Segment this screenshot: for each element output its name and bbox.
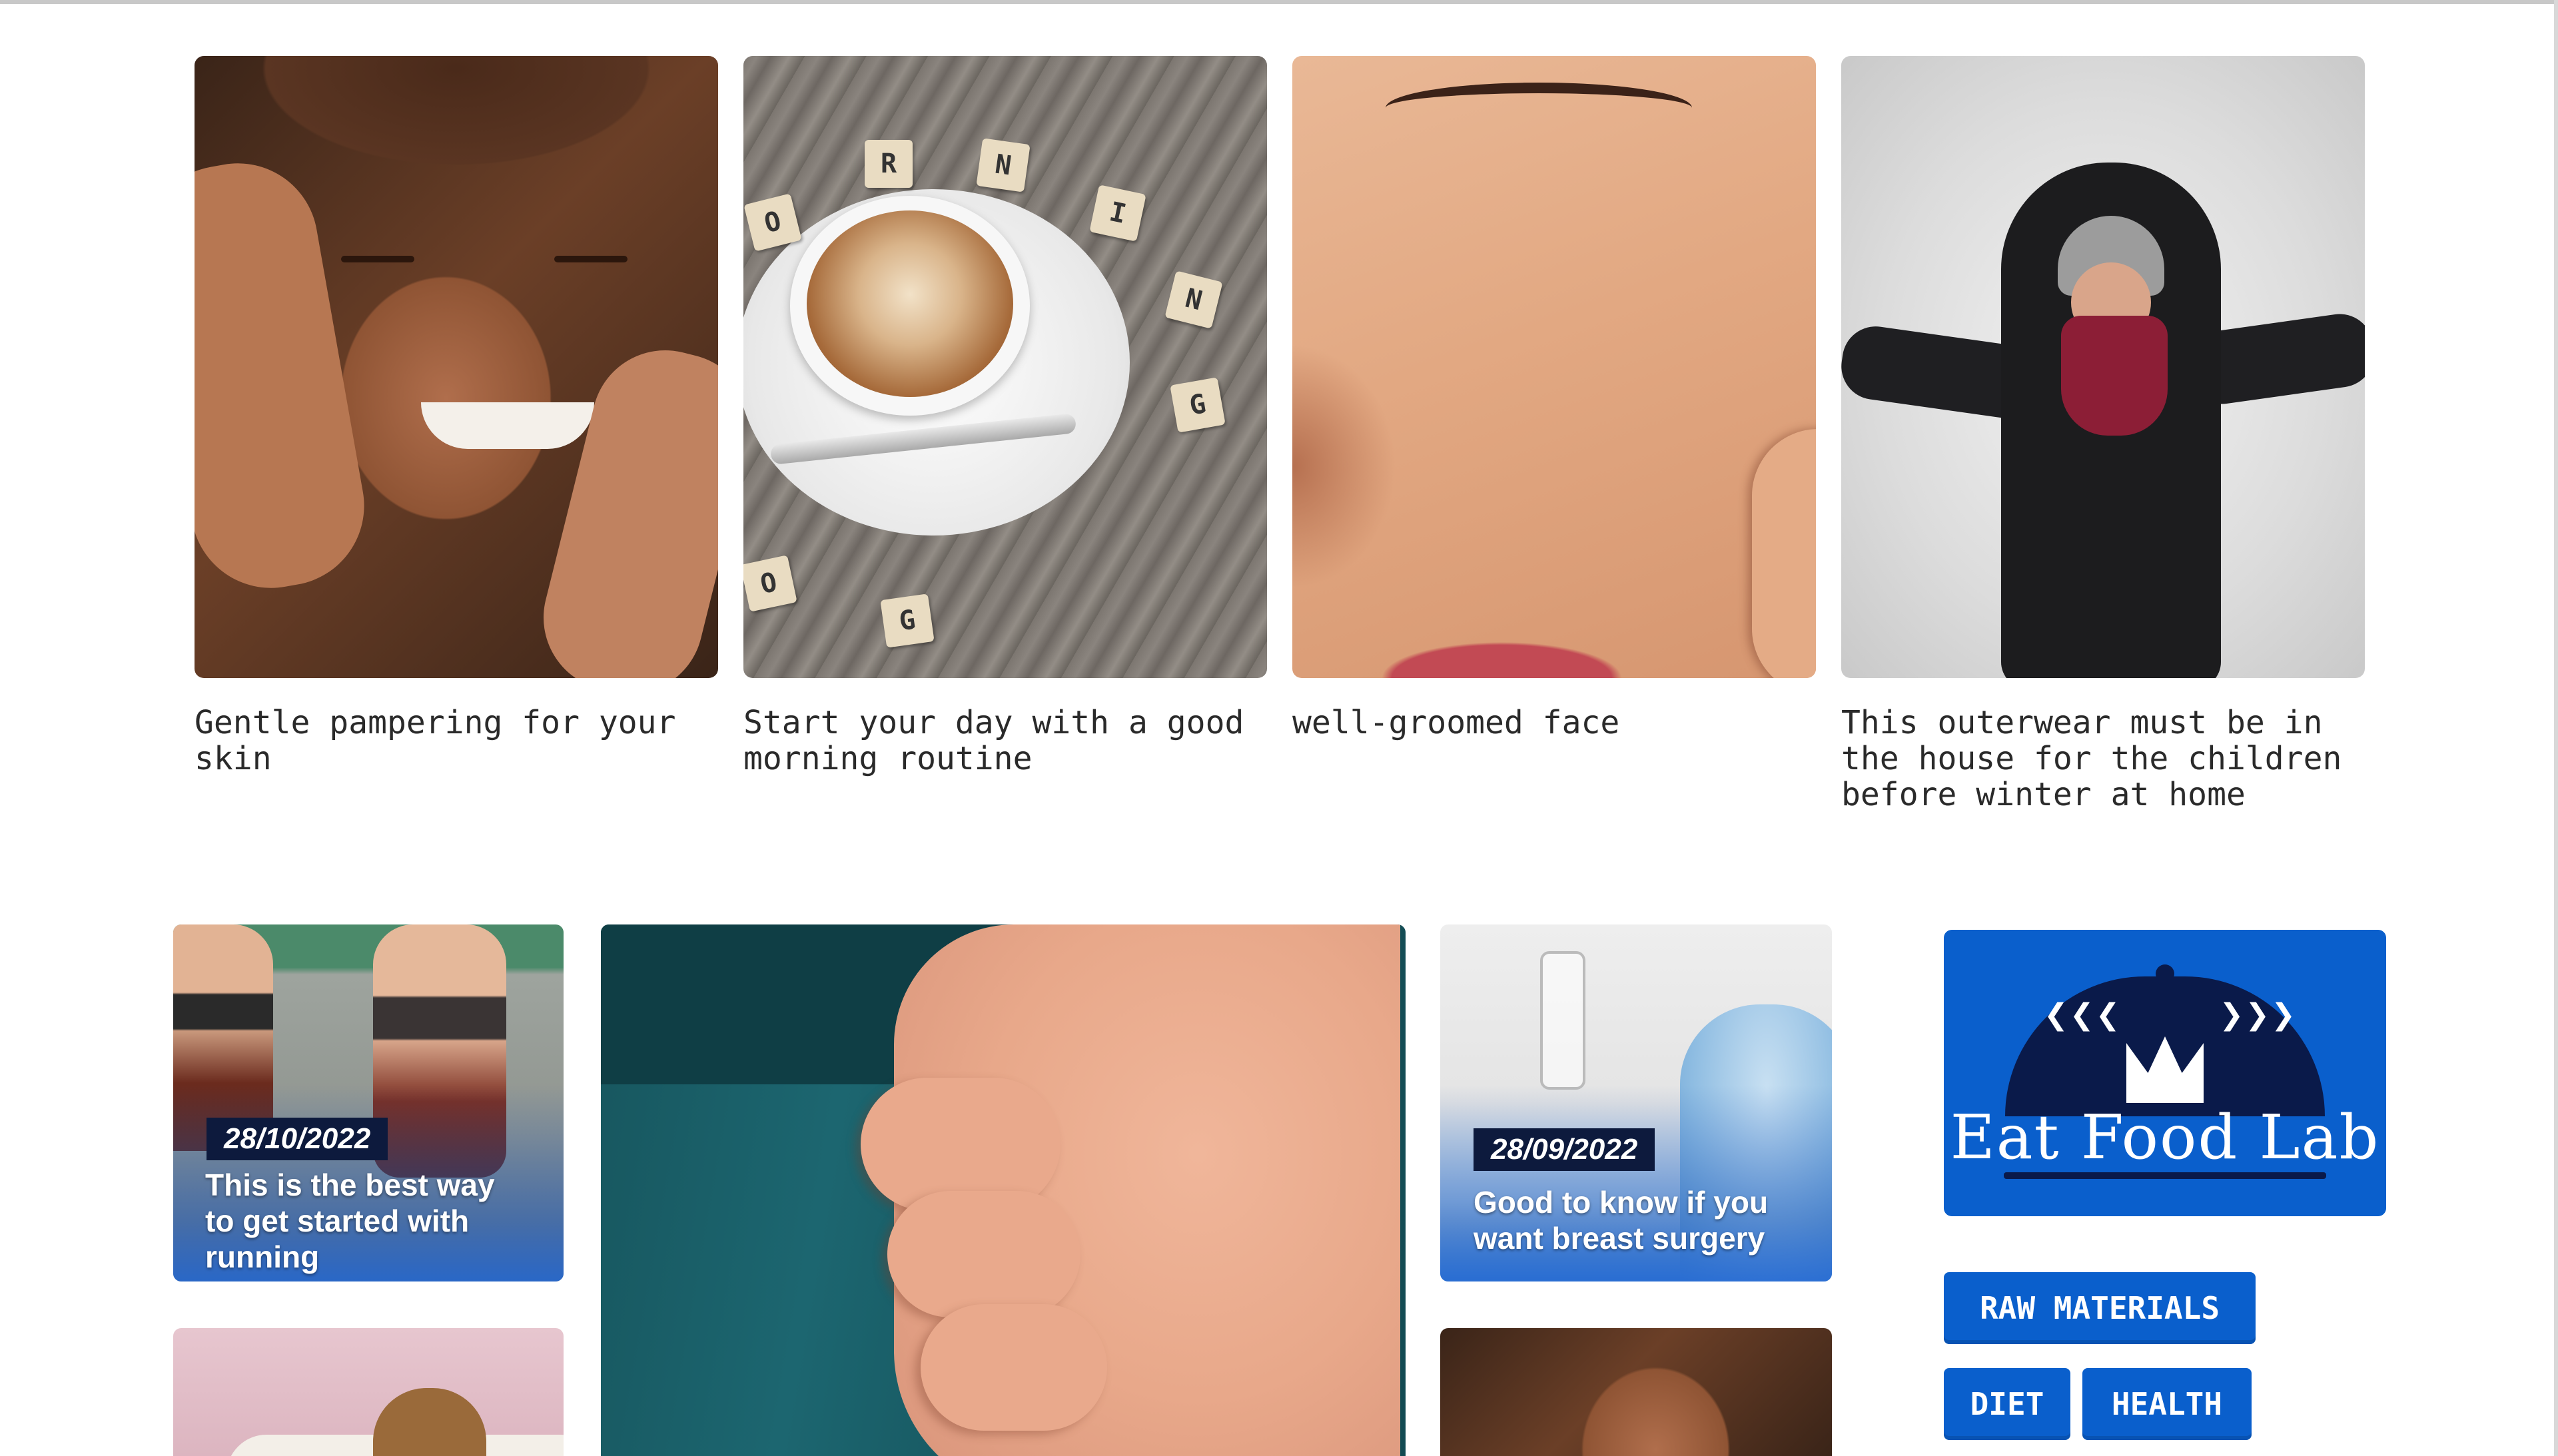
window-right-border (2554, 0, 2558, 1456)
article-image-smiling-woman[interactable] (195, 56, 718, 678)
post-card-running[interactable]: 28/10/2022 This is the best way to get s… (173, 924, 564, 1281)
smile-shape (421, 402, 594, 449)
post-card-partial[interactable] (1440, 1328, 1832, 1456)
article-card-morning[interactable]: R N I N G O O G Start your day with a go… (743, 56, 1267, 777)
eye-shape (554, 256, 628, 262)
post-card-surgery[interactable]: 28/09/2022 Good to know if you want brea… (1440, 924, 1832, 1281)
post-card-partial[interactable] (173, 1328, 564, 1456)
letter-tile: I (1089, 184, 1146, 242)
post-title[interactable]: This is the best way to get started with… (205, 1167, 495, 1275)
article-image-snow-angel[interactable] (1841, 56, 2365, 678)
tag-raw-materials[interactable]: RAW MATERIALS (1944, 1272, 2256, 1344)
hand-shape (195, 151, 377, 601)
letter-tile: R (865, 140, 913, 188)
hand-shape (528, 334, 718, 678)
article-image-coffee[interactable]: R N I N G O O G (743, 56, 1267, 678)
latte-art-shape (807, 210, 1013, 397)
letter-tile: N (976, 138, 1031, 192)
article-caption[interactable]: Gentle pampering for your skin (195, 705, 718, 777)
tag-diet[interactable]: DIET (1944, 1368, 2070, 1440)
logo-underline (2004, 1172, 2326, 1179)
post-title[interactable]: Good to know if you want breast surgery (1474, 1184, 1768, 1256)
scarf-shape (2061, 316, 2168, 436)
iv-drip-shape (1540, 951, 1585, 1090)
eyelash-shape (1386, 83, 1692, 133)
wheat-icon: ❮❮❮ (2044, 998, 2122, 1032)
window-top-border (0, 0, 2558, 4)
head-shape (373, 1388, 486, 1456)
article-card-face[interactable]: well-groomed face (1292, 56, 1816, 741)
letter-tile: N (1164, 270, 1223, 329)
site-logo[interactable]: ❮❮❮ ❯❯❯ Eat Food Lab (1944, 930, 2386, 1216)
finger-shape (1752, 429, 1816, 678)
post-date-badge: 28/10/2022 (207, 1118, 388, 1160)
article-caption[interactable]: Start your day with a good morning routi… (743, 705, 1267, 777)
post-date-badge: 28/09/2022 (1474, 1128, 1655, 1171)
letter-tile: G (1170, 377, 1226, 433)
eye-shape (341, 256, 414, 262)
letter-tile: G (880, 593, 935, 648)
letter-tile: O (743, 555, 797, 612)
knuckle-shape (921, 1304, 1107, 1431)
article-card-outerwear[interactable]: This outerwear must be in the house for … (1841, 56, 2365, 813)
article-image-face-closeup[interactable] (1292, 56, 1816, 678)
article-caption[interactable]: This outerwear must be in the house for … (1841, 705, 2365, 813)
wheat-icon: ❯❯❯ (2219, 998, 2297, 1032)
article-caption[interactable]: well-groomed face (1292, 705, 1816, 741)
knuckle-shape (887, 1191, 1080, 1317)
article-card-skin[interactable]: Gentle pampering for your skin (195, 56, 718, 777)
logo-text: Eat Food Lab (1950, 1102, 2380, 1173)
tag-health[interactable]: HEALTH (2082, 1368, 2252, 1440)
featured-image-card[interactable] (601, 924, 1406, 1456)
